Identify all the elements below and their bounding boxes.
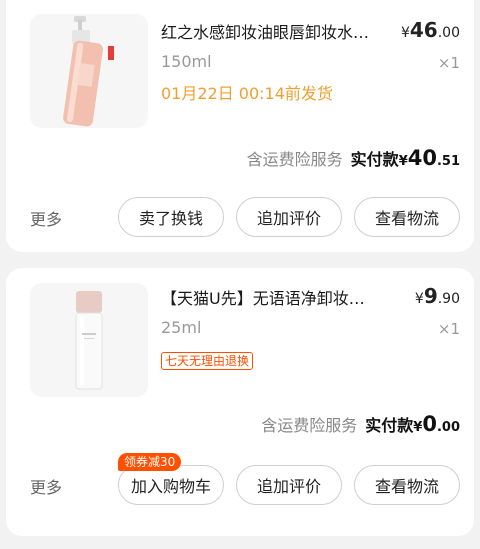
product-price: ¥9.90 [414, 284, 460, 308]
payment-summary: 含运费险服务 实付款 ¥40.51 [246, 146, 460, 170]
product-title[interactable]: 红之水感卸妆油眼唇卸妆水… [161, 22, 391, 44]
product-spec: 25ml [161, 318, 202, 337]
product-quantity: ×1 [437, 320, 460, 338]
order-card[interactable]: 红之水感卸妆油眼唇卸妆水… ¥46.00 150ml ×1 01月22日 00:… [6, 0, 474, 252]
add-review-button[interactable]: 追加评价 [236, 197, 342, 237]
product-quantity: ×1 [437, 54, 460, 72]
coupon-badge: 领券减30 [118, 453, 182, 471]
product-spec: 150ml [161, 52, 212, 71]
paid-label: 实付款 [350, 150, 399, 169]
product-title[interactable]: 【天猫U先】无语语净卸妆… [161, 288, 391, 310]
add-to-cart-button[interactable]: 加入购物车 [118, 465, 224, 505]
product-bottle-image [30, 14, 148, 128]
shipping-insurance-label: 含运费险服务 [261, 416, 358, 435]
resell-button[interactable]: 卖了换钱 [118, 197, 224, 237]
product-image[interactable] [30, 14, 148, 128]
more-button[interactable]: 更多 [30, 474, 62, 498]
seven-day-return-tag: 七天无理由退换 [161, 352, 254, 370]
add-review-button[interactable]: 追加评价 [236, 465, 342, 505]
paid-amount: 40 [407, 146, 437, 170]
paid-amount: 0 [422, 412, 437, 436]
product-price: ¥46.00 [400, 18, 460, 42]
payment-summary: 含运费险服务 实付款 ¥0.00 [261, 412, 460, 436]
product-bottle-image [30, 283, 148, 397]
view-logistics-button[interactable]: 查看物流 [354, 197, 460, 237]
product-image[interactable] [30, 283, 148, 397]
ship-notice: 01月22日 00:14前发货 [161, 84, 333, 103]
order-card[interactable]: 【天猫U先】无语语净卸妆… ¥9.90 25ml ×1 七天无理由退换 含运费险… [6, 268, 474, 536]
paid-label: 实付款 [365, 416, 414, 435]
view-logistics-button[interactable]: 查看物流 [354, 465, 460, 505]
shipping-insurance-label: 含运费险服务 [246, 150, 343, 169]
more-button[interactable]: 更多 [30, 206, 62, 230]
